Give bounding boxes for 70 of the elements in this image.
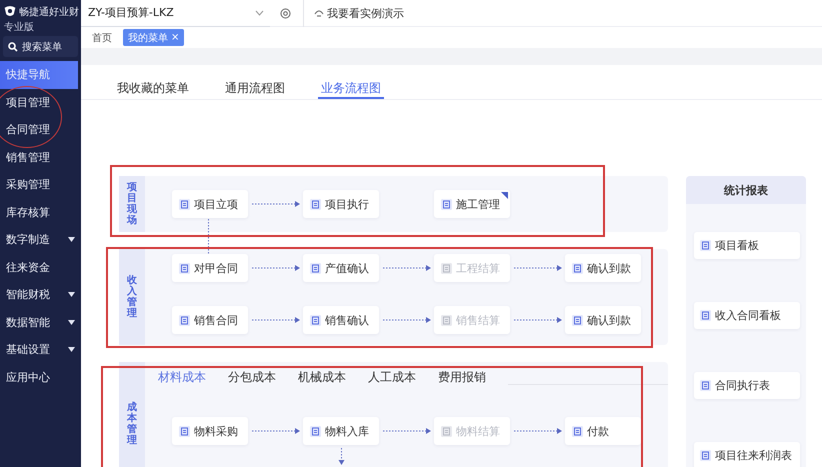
document-icon [700, 310, 711, 321]
document-icon [179, 198, 190, 210]
flow-node[interactable]: 施工管理 [434, 190, 510, 218]
cost-tab[interactable]: 人工成本 [368, 369, 424, 389]
document-icon [572, 262, 583, 274]
nav-item[interactable]: 采购管理 [0, 171, 81, 198]
document-icon [441, 262, 452, 274]
document-icon [310, 426, 321, 436]
view-tab[interactable]: 我收藏的菜单 [114, 75, 192, 99]
lane-title: 成本管理 [119, 362, 145, 467]
nav-item[interactable]: 往来资金 [0, 254, 81, 281]
edition-label: 专业版 [3, 20, 35, 33]
document-icon [700, 380, 711, 391]
document-icon [310, 262, 321, 274]
lane-title: 收入管理 [119, 249, 145, 345]
document-icon [441, 314, 452, 326]
nav-item[interactable]: 数据智能 [0, 308, 81, 336]
document-icon [310, 198, 321, 210]
report-item[interactable]: 合同执行表 [694, 372, 800, 399]
flow-node[interactable]: 确认到款 [565, 306, 641, 334]
view-tab[interactable]: 通用流程图 [222, 75, 288, 99]
flow-node[interactable]: 确认到款 [565, 254, 641, 282]
document-icon [179, 314, 190, 326]
document-icon [441, 198, 452, 210]
nav-item[interactable]: 库存核算 [0, 198, 81, 226]
report-item[interactable]: 项目往来利润表 [694, 442, 800, 467]
cost-tab[interactable]: 材料成本 [158, 369, 214, 389]
document-icon [700, 240, 711, 251]
demo-link[interactable]: 我要看实例演示 [303, 0, 404, 26]
annotation-circle [0, 86, 62, 148]
flow-node[interactable]: 物料采购 [172, 417, 248, 445]
document-icon [310, 314, 321, 326]
flow-node[interactable]: 产值确认 [303, 254, 379, 282]
nav-item[interactable]: 应用中心 [0, 364, 81, 391]
cost-tab[interactable]: 机械成本 [298, 369, 354, 389]
document-icon [700, 450, 711, 461]
flow-node[interactable]: 物料入库 [303, 417, 379, 445]
settings-icon[interactable] [280, 8, 291, 18]
nav-item[interactable]: 数字制造 [0, 226, 81, 254]
cost-tab[interactable]: 分包成本 [228, 369, 284, 389]
nav-item[interactable]: 快捷导航 [0, 61, 78, 88]
reports-title: 统计报表 [686, 176, 806, 204]
document-icon [441, 426, 452, 436]
project-dropdown[interactable]: ZY-项目预算-LKZ [81, 0, 270, 26]
document-icon [179, 262, 190, 274]
flow-node[interactable]: 项目执行 [303, 190, 379, 218]
logo-icon [3, 4, 17, 19]
search-field[interactable]: 搜索菜单 [3, 36, 78, 57]
lane-title: 项目现场 [119, 176, 145, 232]
nav-item[interactable]: 基础设置 [0, 336, 81, 364]
flow-node[interactable]: 项目立项 [172, 190, 248, 218]
cost-tab[interactable]: 费用报销 [438, 369, 494, 389]
nav-item[interactable]: 销售管理 [0, 144, 81, 171]
document-icon [572, 314, 583, 326]
nav-item[interactable]: 合同管理 [0, 116, 81, 144]
page-tab[interactable]: 首页 [87, 29, 117, 46]
flow-node[interactable]: 付款 [565, 417, 641, 445]
nav-item[interactable]: 智能财税 [0, 281, 81, 308]
report-item[interactable]: 收入合同看板 [694, 302, 800, 329]
flow-node[interactable]: 销售确认 [303, 306, 379, 334]
report-item[interactable]: 项目看板 [694, 232, 800, 259]
brand-name: 畅捷通好业财 [19, 6, 79, 18]
flow-node[interactable]: 对甲合同 [172, 254, 248, 282]
flow-node[interactable]: 销售合同 [172, 306, 248, 334]
search-icon [8, 42, 18, 52]
document-icon [179, 426, 190, 436]
chevron-down-icon [255, 10, 264, 16]
nav-item[interactable]: 项目管理 [0, 88, 81, 116]
document-icon [572, 426, 583, 436]
view-tab[interactable]: 业务流程图 [318, 75, 384, 99]
